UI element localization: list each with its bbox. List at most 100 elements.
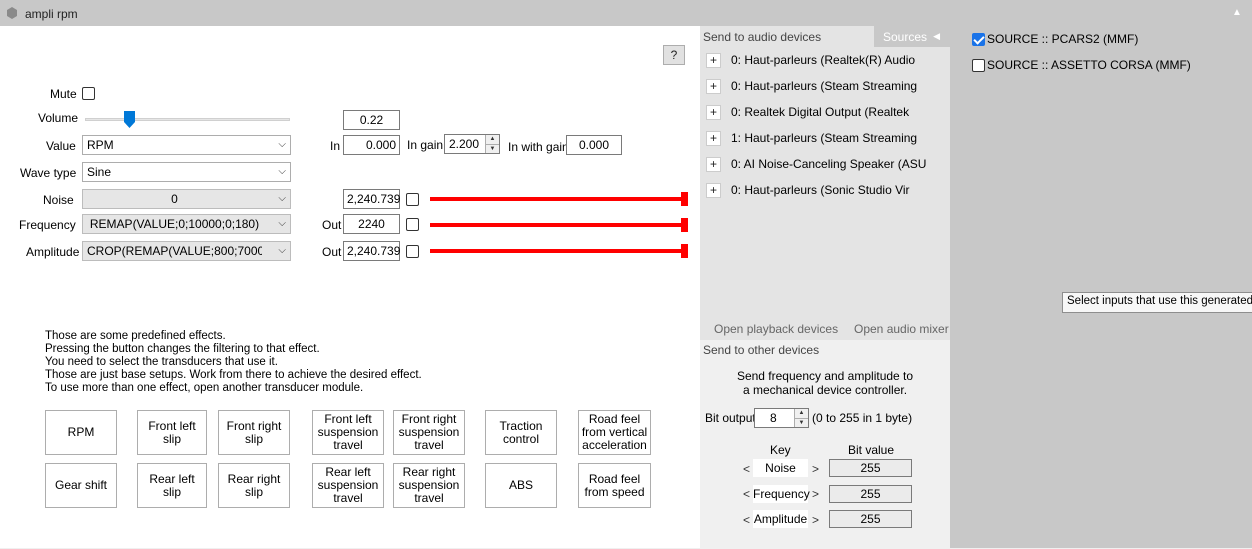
frequency-invert-checkbox[interactable] (406, 218, 419, 231)
audio-device-name[interactable]: 0: Haut-parleurs (Realtek(R) Audio (731, 53, 915, 67)
bit-value-noise: 255 (829, 459, 912, 477)
key-next-button[interactable]: > (812, 462, 819, 476)
wave-type-select[interactable]: Sine ⌵ (82, 162, 291, 182)
key-prev-button[interactable]: < (743, 487, 750, 501)
in-gain-stepper[interactable]: 2.200 ▲ ▼ (444, 134, 500, 154)
noise-invert-checkbox[interactable] (406, 193, 419, 206)
in-with-gain-label: In with gain (508, 140, 569, 154)
noise-select[interactable]: 0 ⌵ (82, 189, 291, 209)
noise-out-field: 2,240.739 (343, 189, 400, 209)
rpm-effect-button[interactable]: RPM (45, 410, 117, 455)
expand-device-button[interactable]: + (706, 183, 721, 198)
expand-device-button[interactable]: + (706, 79, 721, 94)
chevron-down-icon: ⌵ (278, 166, 286, 177)
noise-label: Noise (43, 193, 74, 207)
sources-tooltip: Select inputs that use this generated (1062, 292, 1252, 313)
key-noise: Noise (753, 459, 808, 477)
bit-output-stepper[interactable]: 8 ▲ ▼ (754, 408, 809, 428)
expand-device-button[interactable]: + (706, 105, 721, 120)
amplitude-label: Amplitude (26, 245, 80, 259)
effects-description-line: Pressing the button changes the filterin… (45, 343, 320, 355)
rear-left-suspension-button[interactable]: Rear left suspension travel (312, 463, 384, 508)
chevron-down-icon: ⌵ (278, 193, 286, 204)
wave-type-label: Wave type (20, 166, 77, 180)
front-left-slip-button[interactable]: Front left slip (137, 410, 207, 455)
key-next-button[interactable]: > (812, 487, 819, 501)
noise-level-cap (681, 192, 688, 206)
value-label: Value (46, 139, 76, 153)
audio-device-name[interactable]: 0: Realtek Digital Output (Realtek (731, 105, 909, 119)
road-feel-speed-button[interactable]: Road feel from speed (578, 463, 651, 508)
source-label-pcars2[interactable]: SOURCE :: PCARS2 (MMF) (987, 32, 1138, 46)
bit-value-column-header: Bit value (848, 443, 895, 457)
volume-slider-track[interactable] (85, 118, 290, 121)
source-checkbox-pcars2[interactable] (972, 33, 985, 46)
spin-down-icon[interactable]: ▼ (794, 418, 808, 427)
effects-description-line: You need to select the transducers that … (45, 356, 278, 368)
in-gain-label: In gain (407, 138, 444, 152)
chevron-down-icon: ⌵ (278, 139, 286, 150)
front-left-suspension-button[interactable]: Front left suspension travel (312, 410, 384, 455)
volume-label: Volume (38, 111, 79, 125)
other-devices-header: Send to other devices (703, 343, 820, 357)
open-playback-devices-link[interactable]: Open playback devices (714, 322, 838, 336)
bit-output-label: Bit output (705, 411, 756, 425)
effects-description-line: Those are just base setups. Work from th… (45, 369, 422, 381)
bit-output-hint: (0 to 255 in 1 byte) (812, 411, 913, 425)
key-prev-button[interactable]: < (743, 513, 750, 527)
audio-device-name[interactable]: 1: Haut-parleurs (Steam Streaming (731, 131, 917, 145)
app-logo-icon (7, 7, 17, 19)
mute-checkbox[interactable] (82, 87, 95, 100)
front-right-slip-button[interactable]: Front right slip (218, 410, 290, 455)
traction-control-button[interactable]: Traction control (485, 410, 557, 455)
spin-up-icon[interactable]: ▲ (794, 409, 808, 418)
front-right-suspension-button[interactable]: Front right suspension travel (393, 410, 465, 455)
audio-devices-header: Send to audio devices (703, 30, 822, 44)
source-label-assetto[interactable]: SOURCE :: ASSETTO CORSA (MMF) (987, 58, 1191, 72)
road-feel-vertical-button[interactable]: Road feel from vertical acceleration (578, 410, 651, 455)
other-devices-description: Send frequency and amplitude to a mechan… (700, 369, 950, 397)
frequency-select[interactable]: REMAP(VALUE;0;10000;0;180) ⌵ (82, 214, 291, 234)
rear-left-slip-button[interactable]: Rear left slip (137, 463, 207, 508)
other-devices-desc-line: Send frequency and amplitude to (736, 369, 914, 383)
expand-device-button[interactable]: + (706, 131, 721, 146)
expand-device-button[interactable]: + (706, 157, 721, 172)
audio-device-name[interactable]: 0: AI Noise-Canceling Speaker (ASU (731, 157, 926, 171)
amplitude-out-field: 2,240.739 (343, 241, 400, 261)
frequency-level-cap (681, 218, 688, 232)
frequency-level-bar (430, 223, 685, 227)
value-select[interactable]: RPM ⌵ (82, 135, 291, 155)
amplitude-select[interactable]: CROP(REMAP(VALUE;800;7000;0... ⌵ (82, 241, 291, 261)
help-button[interactable]: ? (663, 45, 685, 65)
volume-display: 0.22 (343, 110, 400, 130)
audio-device-name[interactable]: 0: Haut-parleurs (Sonic Studio Vir (731, 183, 910, 197)
key-amplitude: Amplitude (753, 510, 808, 528)
rear-right-slip-button[interactable]: Rear right slip (218, 463, 290, 508)
spin-up-icon[interactable]: ▲ (485, 135, 499, 144)
frequency-out-label: Out (322, 218, 342, 232)
amplitude-level-bar (430, 249, 685, 253)
sources-tab[interactable]: Sources ◀ (874, 26, 950, 47)
audio-device-name[interactable]: 0: Haut-parleurs (Steam Streaming (731, 79, 917, 93)
spin-down-icon[interactable]: ▼ (485, 144, 499, 153)
key-frequency: Frequency (753, 485, 810, 503)
in-with-gain-field: 0.000 (566, 135, 622, 155)
rear-right-suspension-button[interactable]: Rear right suspension travel (393, 463, 465, 508)
title-bar: ampli rpm ▲ (0, 0, 1252, 26)
effects-description-line: Those are some predefined effects. (45, 330, 226, 342)
noise-level-bar (430, 197, 685, 201)
key-next-button[interactable]: > (812, 513, 819, 527)
key-prev-button[interactable]: < (743, 462, 750, 476)
source-checkbox-assetto[interactable] (972, 59, 985, 72)
volume-slider-thumb[interactable] (124, 111, 135, 128)
abs-button[interactable]: ABS (485, 463, 557, 508)
collapse-icon[interactable]: ▲ (1232, 7, 1242, 18)
expand-device-button[interactable]: + (706, 53, 721, 68)
sources-tab-label: Sources (883, 30, 928, 44)
gear-shift-button[interactable]: Gear shift (45, 463, 117, 508)
frequency-out-field: 2240 (343, 214, 400, 234)
in-value-field: 0.000 (343, 135, 400, 155)
open-audio-mixer-link[interactable]: Open audio mixer (854, 322, 949, 336)
frequency-label: Frequency (19, 218, 76, 232)
amplitude-invert-checkbox[interactable] (406, 245, 419, 258)
